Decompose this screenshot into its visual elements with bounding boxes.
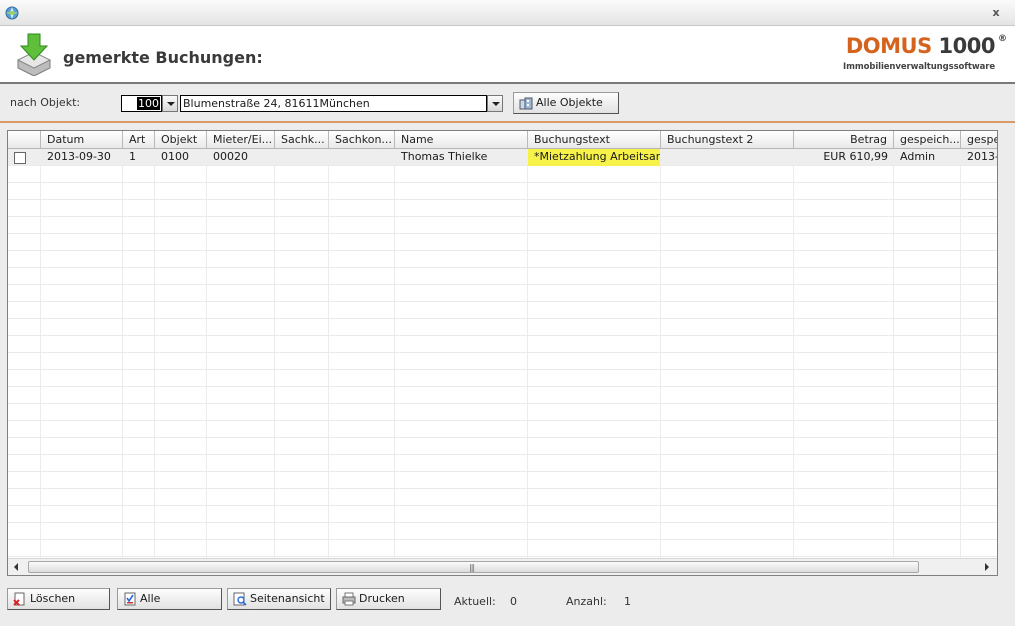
cell-mieter: 00020 bbox=[213, 150, 248, 163]
empty-row bbox=[8, 302, 997, 319]
empty-row bbox=[8, 421, 997, 438]
empty-row bbox=[8, 234, 997, 251]
empty-row bbox=[8, 217, 997, 234]
object-filter-label: nach Objekt: bbox=[10, 96, 81, 109]
column-header-buchungstext-2[interactable]: Buchungstext 2 bbox=[661, 131, 794, 149]
column-header-betrag[interactable]: Betrag bbox=[794, 131, 894, 149]
logo-wordmark: DOMUS 1000 bbox=[845, 34, 996, 58]
cell-gespeichert-am: 2013- bbox=[967, 150, 997, 163]
empty-row bbox=[8, 506, 997, 523]
column-header-sachkonto[interactable]: Sachk... bbox=[275, 131, 329, 149]
cell-art: 1 bbox=[129, 150, 136, 163]
title-bar: x bbox=[0, 0, 1015, 26]
cell-buchungstext: *Mietzahlung Arbeitsamt bbox=[528, 149, 660, 166]
cell-buchungstext-2 bbox=[661, 149, 794, 166]
row-checkbox[interactable] bbox=[14, 152, 26, 164]
column-header-gespeichert-am[interactable]: gespe bbox=[961, 131, 997, 149]
column-header-objekt[interactable]: Objekt bbox=[155, 131, 207, 149]
logo-registered-mark: ® bbox=[998, 34, 1007, 44]
column-header-buchungstext[interactable]: Buchungstext bbox=[528, 131, 661, 149]
all-objects-button[interactable]: Alle Objekte bbox=[513, 92, 619, 114]
domus-logo: DOMUS 1000 ® Immobilienverwaltungssoftwa… bbox=[843, 34, 1007, 76]
print-label: Drucken bbox=[359, 592, 405, 605]
column-header-gespeichert-von[interactable]: gespeich... bbox=[894, 131, 961, 149]
scrollbar-grip-icon: ||| bbox=[469, 563, 475, 572]
delete-document-icon bbox=[13, 592, 25, 606]
all-objects-label: Alle Objekte bbox=[536, 96, 603, 109]
empty-row bbox=[8, 319, 997, 336]
empty-row bbox=[8, 336, 997, 353]
scrollbar-thumb[interactable]: ||| bbox=[28, 561, 919, 573]
select-all-label: Alle bbox=[140, 592, 161, 605]
empty-row bbox=[8, 370, 997, 387]
empty-row bbox=[8, 404, 997, 421]
empty-row bbox=[8, 268, 997, 285]
table-row[interactable]: 2013-09-30 1 0100 00020 Thomas Thielke *… bbox=[8, 149, 997, 166]
scroll-left-icon[interactable] bbox=[12, 562, 22, 572]
empty-row bbox=[8, 200, 997, 217]
bookings-grid[interactable]: Datum Art Objekt Mieter/Ei... Sachk... S… bbox=[7, 130, 998, 576]
object-code-dropdown-button[interactable] bbox=[162, 95, 178, 112]
column-header-sachkonto-2[interactable]: Sachkon... bbox=[329, 131, 395, 149]
page-preview-button[interactable]: Seitenansicht bbox=[227, 588, 331, 610]
print-button[interactable]: Drucken bbox=[336, 588, 441, 610]
column-header-select[interactable] bbox=[8, 131, 41, 149]
column-header-datum[interactable]: Datum bbox=[41, 131, 123, 149]
empty-row bbox=[8, 540, 997, 557]
object-code-input[interactable]: 100 bbox=[121, 95, 162, 112]
download-tray-icon bbox=[16, 33, 52, 76]
checklist-icon bbox=[124, 592, 136, 606]
empty-row bbox=[8, 166, 997, 183]
column-header-mieter[interactable]: Mieter/Ei... bbox=[207, 131, 275, 149]
page-preview-icon bbox=[233, 592, 247, 606]
cell-name: Thomas Thielke bbox=[401, 150, 488, 163]
page-preview-label: Seitenansicht bbox=[250, 592, 325, 605]
current-value: 0 bbox=[510, 595, 517, 608]
empty-row bbox=[8, 183, 997, 200]
cell-sachkonto-2 bbox=[329, 149, 395, 166]
cell-objekt: 0100 bbox=[161, 150, 189, 163]
page-title: gemerkte Buchungen: bbox=[63, 48, 263, 67]
printer-icon bbox=[342, 592, 356, 606]
empty-row bbox=[8, 251, 997, 268]
grid-rows: 2013-09-30 1 0100 00020 Thomas Thielke *… bbox=[8, 149, 997, 559]
empty-row bbox=[8, 285, 997, 302]
empty-row bbox=[8, 387, 997, 404]
current-label: Aktuell: bbox=[454, 595, 496, 608]
object-name-dropdown-button[interactable] bbox=[487, 95, 503, 112]
cell-sachkonto bbox=[275, 149, 329, 166]
empty-row bbox=[8, 489, 997, 506]
horizontal-scrollbar[interactable]: ||| bbox=[8, 558, 997, 575]
column-header-art[interactable]: Art bbox=[123, 131, 155, 149]
header-divider bbox=[0, 82, 1015, 84]
count-value: 1 bbox=[624, 595, 631, 608]
cell-gespeichert-von: Admin bbox=[900, 150, 936, 163]
grid-header: Datum Art Objekt Mieter/Ei... Sachk... S… bbox=[8, 131, 997, 149]
header: gemerkte Buchungen: DOMUS 1000 ® Immobil… bbox=[0, 26, 1015, 82]
app-icon bbox=[5, 6, 19, 20]
delete-button[interactable]: Löschen bbox=[7, 588, 110, 610]
object-name-select[interactable]: Blumenstraße 24, 81611München bbox=[180, 95, 487, 112]
logo-tagline: Immobilienverwaltungssoftware bbox=[843, 62, 995, 72]
empty-row bbox=[8, 455, 997, 472]
select-all-button[interactable]: Alle bbox=[117, 588, 222, 610]
count-label: Anzahl: bbox=[566, 595, 607, 608]
filter-divider bbox=[0, 121, 1015, 123]
scroll-right-icon[interactable] bbox=[982, 562, 992, 572]
buildings-icon bbox=[519, 97, 533, 110]
cell-betrag: EUR 610,99 bbox=[823, 150, 888, 163]
close-button[interactable]: x bbox=[989, 6, 1003, 20]
empty-row bbox=[8, 353, 997, 370]
empty-row bbox=[8, 523, 997, 540]
delete-label: Löschen bbox=[30, 592, 76, 605]
cell-datum: 2013-09-30 bbox=[47, 150, 111, 163]
empty-row bbox=[8, 472, 997, 489]
empty-row bbox=[8, 438, 997, 455]
column-header-name[interactable]: Name bbox=[395, 131, 528, 149]
